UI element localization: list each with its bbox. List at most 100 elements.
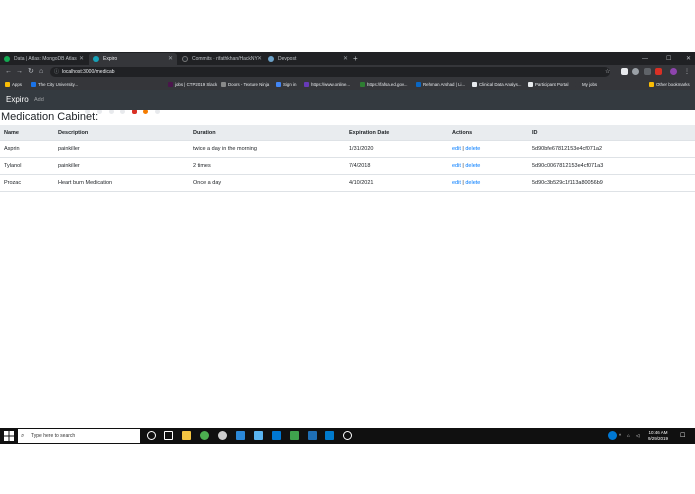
browser-toolbar: ← → ↻ ⌂ ⓘ localhost:3000/medicab ☆ ⋮	[0, 65, 695, 79]
bookmark-linkedin[interactable]: Rehman Arshad | Li...	[416, 79, 465, 90]
close-icon[interactable]: ✕	[168, 53, 173, 65]
edit-link[interactable]: edit	[452, 146, 461, 152]
maximize-button[interactable]: ☐	[666, 53, 671, 65]
separator: |	[462, 163, 464, 169]
back-arrow-icon[interactable]: ←	[5, 67, 12, 77]
new-tab-button[interactable]: +	[353, 53, 358, 65]
word-icon[interactable]	[308, 431, 317, 440]
vscode-icon[interactable]	[325, 431, 334, 440]
tab-mongodb-atlas[interactable]: Data | Atlas: MongoDB Atlas ✕	[0, 53, 88, 65]
devpost-icon	[268, 56, 274, 62]
windows-start-icon[interactable]	[4, 431, 14, 441]
home-icon[interactable]: ⌂	[39, 67, 43, 77]
cell-duration: twice a day in the morning	[189, 140, 345, 158]
bookmark-label: My jobs	[582, 82, 598, 87]
bookmark-sign-in[interactable]: Sign in	[276, 79, 296, 90]
folder-icon	[649, 82, 654, 87]
bookmark-label: jobs | CTP2019 Slack	[175, 82, 218, 87]
page-icon	[575, 82, 580, 87]
profile-avatar[interactable]	[670, 68, 677, 75]
column-header: Description	[54, 125, 189, 141]
task-view-icon[interactable]	[164, 431, 173, 440]
app-icon[interactable]	[254, 431, 263, 440]
app-icon[interactable]	[272, 431, 281, 440]
bookmark-cuny[interactable]: The City University...	[31, 79, 78, 90]
forward-arrow-icon[interactable]: →	[16, 67, 23, 77]
taskbar-search-input[interactable]: ⌕ Type here to search	[18, 429, 140, 443]
more-menu-icon[interactable]: ⋮	[684, 67, 690, 77]
system-clock[interactable]: 10:46 AM 9/29/2019	[648, 430, 668, 442]
close-icon[interactable]: ✕	[343, 53, 348, 65]
cell-expiration: 1/31/2020	[345, 140, 448, 158]
app-navbar: Expiro Add	[0, 90, 695, 110]
bookmark-participant-portal[interactable]: Participant Portal	[528, 79, 568, 90]
tab-github-commits[interactable]: Commits · rifathkhan/HackNY ✕	[178, 53, 266, 65]
tab-title: Data | Atlas: MongoDB Atlas	[14, 56, 77, 62]
cell-expiration: 4/10/2021	[345, 174, 448, 192]
defender-icon[interactable]	[290, 431, 299, 440]
chevron-up-icon[interactable]: ^	[619, 428, 621, 444]
medication-table: Name Description Duration Expiration Dat…	[0, 125, 695, 192]
info-icon: ⓘ	[54, 69, 60, 75]
bookmark-label: Rehman Arshad | Li...	[423, 82, 466, 87]
people-icon[interactable]	[608, 431, 617, 440]
settings-gear-icon[interactable]	[218, 431, 227, 440]
bookmark-label: https://www.online...	[311, 82, 351, 87]
volume-icon[interactable]: ◁	[636, 428, 639, 444]
search-icon: ⌕	[21, 433, 25, 439]
bookmark-clinical-data[interactable]: Clinical Data Analys...	[472, 79, 521, 90]
extension-icon[interactable]	[655, 68, 662, 75]
extension-icon[interactable]	[644, 68, 651, 75]
bookmark-my-jobs[interactable]: My jobs	[575, 79, 597, 90]
bookmark-online[interactable]: https://www.online...	[304, 79, 350, 90]
bookmark-label: Other bookmarks	[656, 82, 690, 87]
close-icon[interactable]: ✕	[257, 53, 262, 65]
app-icon[interactable]	[236, 431, 245, 440]
chrome-icon[interactable]	[200, 431, 209, 440]
close-icon[interactable]: ✕	[79, 53, 84, 65]
column-header: Expiration Date	[345, 125, 448, 141]
leaf-icon	[4, 56, 10, 62]
github-icon	[182, 56, 188, 62]
cell-description: painkiller	[54, 157, 189, 175]
extension-icon[interactable]	[632, 68, 639, 75]
edit-link[interactable]: edit	[452, 180, 461, 186]
column-header: ID	[528, 125, 695, 141]
tab-expiro[interactable]: Expiro ✕	[89, 53, 177, 65]
minimize-button[interactable]: —	[642, 53, 648, 65]
table-row: Asprin painkiller twice a day in the mor…	[0, 140, 695, 158]
texture-ninja-icon	[221, 82, 226, 87]
cell-id: 5d90bfe67812153e4cf071a2	[528, 140, 695, 158]
bookmark-fafsa[interactable]: https://fafsa.ed.gov...	[360, 79, 407, 90]
network-icon[interactable]: ⌂	[627, 428, 630, 444]
navbar-brand[interactable]: Expiro	[6, 94, 29, 106]
add-link[interactable]: Add	[34, 95, 44, 106]
cell-actions: edit | delete	[448, 157, 528, 175]
window-close-button[interactable]: ✕	[686, 53, 691, 65]
cortana-icon[interactable]	[147, 431, 156, 440]
page-icon	[304, 82, 309, 87]
table-header-row: Name Description Duration Expiration Dat…	[0, 125, 695, 141]
cell-duration: Once a day	[189, 174, 345, 192]
bookmarks-bar: Apps The City University... jobs | CTP20…	[0, 79, 695, 114]
star-icon[interactable]: ☆	[605, 67, 610, 77]
cell-name: Asprin	[0, 140, 54, 158]
file-explorer-icon[interactable]	[182, 431, 191, 440]
reload-icon[interactable]: ↻	[28, 67, 34, 77]
delete-link[interactable]: delete	[465, 180, 480, 186]
clock-app-icon[interactable]	[343, 431, 352, 440]
bookmark-texture-ninja[interactable]: Doors - Texture Ninja	[221, 79, 269, 90]
bookmark-slack[interactable]: jobs | CTP2019 Slack	[168, 79, 217, 90]
edit-link[interactable]: edit	[452, 163, 461, 169]
extension-icon[interactable]	[621, 68, 628, 75]
notification-icon[interactable]: ☐	[680, 428, 685, 444]
bookmark-other[interactable]: Other bookmarks	[649, 79, 690, 90]
delete-link[interactable]: delete	[465, 146, 480, 152]
cell-actions: edit | delete	[448, 174, 528, 192]
bookmark-apps[interactable]: Apps	[5, 79, 22, 90]
windows-taskbar: ⌕ Type here to search ^ ⌂ ◁ 10:46 AM 9/2…	[0, 428, 695, 444]
delete-link[interactable]: delete	[465, 163, 480, 169]
tab-devpost[interactable]: Devpost ✕	[264, 53, 352, 65]
address-bar[interactable]: ⓘ localhost:3000/medicab	[50, 67, 610, 77]
separator: |	[462, 180, 464, 186]
